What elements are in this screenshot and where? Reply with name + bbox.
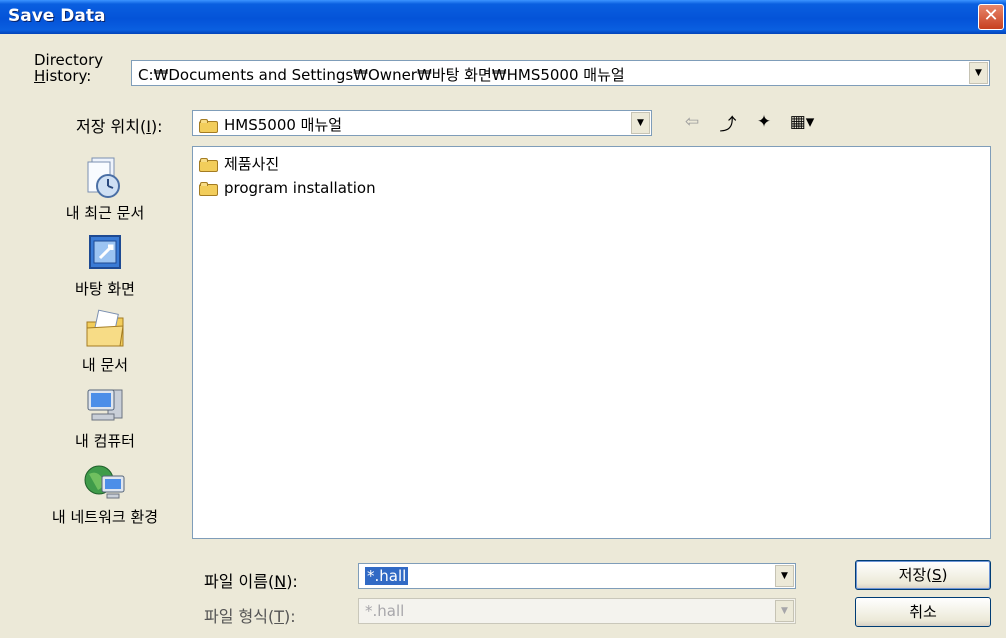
place-label: 내 네트워크 환경 xyxy=(51,508,159,526)
file-list[interactable]: 제품사진 program installation xyxy=(192,146,991,539)
directory-history-accesskey: H xyxy=(34,67,46,85)
directory-history-label: Directory History: xyxy=(34,52,103,84)
place-recent-documents[interactable]: 내 최근 문서 xyxy=(30,156,180,223)
file-type-dropdown-button: ▼ xyxy=(775,600,794,622)
place-desktop[interactable]: 바탕 화면 xyxy=(30,232,180,299)
folder-icon xyxy=(199,157,219,172)
place-label: 내 최근 문서 xyxy=(65,204,145,222)
save-in-label: 저장 위치(I): xyxy=(76,113,163,137)
file-name-dropdown-button[interactable]: ▼ xyxy=(775,565,794,587)
save-data-dialog: Save Data ✕ Directory History: C:₩Docume… xyxy=(0,0,1006,638)
file-name-label: 파일 이름(N): xyxy=(204,568,298,592)
file-name-label-prefix: 파일 이름( xyxy=(204,572,275,591)
chevron-down-icon: ▼ xyxy=(781,571,788,581)
directory-history-label-line1: Directory xyxy=(34,51,104,69)
network-places-icon xyxy=(82,460,128,504)
save-button-suffix: ) xyxy=(941,566,948,584)
recent-documents-icon xyxy=(82,156,128,200)
save-in-label-prefix: 저장 위치( xyxy=(76,117,147,136)
save-in-value: HMS5000 매뉴얼 xyxy=(224,116,343,134)
directory-history-value: C:₩Documents and Settings₩Owner₩바탕 화면₩HM… xyxy=(138,66,625,84)
file-name-input[interactable]: *.hall ▼ xyxy=(358,563,796,589)
folder-icon xyxy=(199,181,219,196)
directory-history-dropdown-button[interactable]: ▼ xyxy=(969,62,988,84)
save-accesskey: S xyxy=(932,566,942,584)
place-my-computer[interactable]: 내 컴퓨터 xyxy=(30,384,180,451)
chevron-down-icon: ▼ xyxy=(781,606,788,616)
file-name: program installation xyxy=(224,179,376,197)
place-label: 내 문서 xyxy=(81,356,129,374)
file-type-value: *.hall xyxy=(365,602,405,620)
save-in-dropdown-button[interactable]: ▼ xyxy=(631,112,650,134)
up-folder-icon[interactable]: ⤴ xyxy=(716,110,740,135)
save-button[interactable]: 저장(S) xyxy=(855,560,991,590)
file-type-label-suffix: ): xyxy=(284,607,296,626)
directory-history-combo[interactable]: C:₩Documents and Settings₩Owner₩바탕 화면₩HM… xyxy=(131,60,990,86)
file-name-label-suffix: ): xyxy=(286,572,298,591)
close-button[interactable]: ✕ xyxy=(978,4,1004,30)
save-in-current: HMS5000 매뉴얼 xyxy=(199,114,342,135)
my-documents-icon xyxy=(82,308,128,352)
my-computer-icon xyxy=(82,384,128,428)
file-type-label: 파일 형식(T): xyxy=(204,603,296,627)
view-menu-icon[interactable]: ▦▾ xyxy=(784,110,820,134)
window-title: Save Data xyxy=(8,6,106,26)
new-folder-icon[interactable]: ✦ xyxy=(752,110,776,134)
cancel-button[interactable]: 취소 xyxy=(855,597,991,627)
save-button-prefix: 저장( xyxy=(898,566,933,584)
place-network[interactable]: 내 네트워크 환경 xyxy=(30,460,180,527)
file-name-value: *.hall xyxy=(365,567,409,585)
place-label: 내 컴퓨터 xyxy=(75,432,135,450)
chevron-down-icon: ▼ xyxy=(975,68,982,78)
file-name-accesskey: N xyxy=(274,572,287,591)
directory-history-label-rest: istory: xyxy=(45,67,92,85)
file-type-combo: *.hall ▼ xyxy=(358,598,796,624)
list-item[interactable]: 제품사진 xyxy=(199,153,279,175)
save-in-combo[interactable]: HMS5000 매뉴얼 ▼ xyxy=(192,110,652,136)
list-item[interactable]: program installation xyxy=(199,177,376,199)
folder-icon xyxy=(199,118,219,133)
file-name: 제품사진 xyxy=(224,155,280,173)
places-bar: 내 최근 문서 바탕 화면 내 문서 내 컴퓨터 내 네트워크 환경 xyxy=(30,148,180,548)
desktop-icon xyxy=(82,232,128,276)
chevron-down-icon: ▼ xyxy=(637,118,644,128)
title-bar[interactable]: Save Data ✕ xyxy=(0,0,1006,34)
file-type-label-prefix: 파일 형식( xyxy=(204,607,275,626)
file-name-text[interactable]: *.hall xyxy=(365,567,409,585)
place-label: 바탕 화면 xyxy=(75,280,135,298)
back-icon[interactable]: ⇦ xyxy=(680,110,704,134)
save-in-label-suffix: ): xyxy=(150,117,163,136)
directory-history-label-line2: History: xyxy=(34,68,103,84)
place-my-documents[interactable]: 내 문서 xyxy=(30,308,180,375)
file-type-accesskey: T xyxy=(274,607,284,626)
